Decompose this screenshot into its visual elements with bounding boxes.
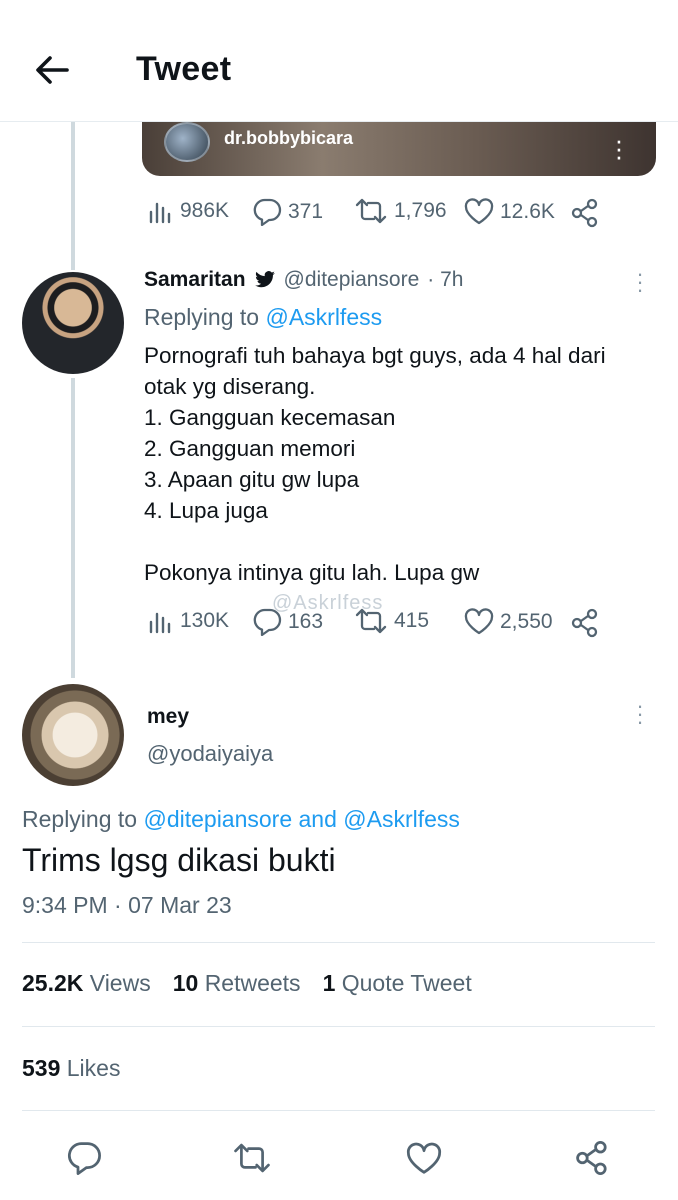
retweets-stat-label: Retweets: [204, 970, 301, 996]
back-button[interactable]: [32, 50, 72, 90]
share-icon: [571, 198, 598, 228]
tweet-actions: 986K 371 1,796 12.6K: [148, 198, 608, 228]
reply-action[interactable]: 371: [252, 198, 323, 226]
mention-link[interactable]: @Askrlfess: [265, 304, 382, 330]
retweet-icon: [355, 608, 387, 634]
media-user-avatar: [164, 122, 210, 162]
author-name[interactable]: Samaritan: [144, 268, 246, 292]
quotes-stat-count: 1: [322, 970, 336, 996]
views-action[interactable]: 130K: [148, 608, 229, 634]
retweets-stat-count: 10: [172, 970, 199, 996]
views-count: 130K: [180, 609, 230, 632]
reply-count: 163: [288, 610, 324, 633]
views-stat-count: 25.2K: [22, 970, 84, 996]
avatar[interactable]: [22, 684, 124, 786]
retweets-stat[interactable]: 10 Retweets: [173, 970, 301, 997]
page-title: Tweet: [136, 50, 232, 88]
reply-count: 371: [288, 200, 324, 223]
thread-line: [71, 122, 75, 270]
likes-stat-label: Likes: [66, 1055, 121, 1081]
replying-prefix: Replying to: [144, 304, 260, 330]
views-count: 986K: [180, 199, 230, 222]
reply-icon: [253, 198, 282, 226]
replying-to: Replying to @Askrlfess: [144, 304, 382, 331]
share-action[interactable]: [570, 608, 600, 638]
reply-button[interactable]: [64, 1138, 104, 1178]
retweet-icon: [355, 198, 387, 224]
tweet-actions: 130K 163 415 2,550: [148, 608, 608, 638]
more-options-icon[interactable]: · · ·: [635, 695, 645, 733]
share-icon: [571, 608, 598, 638]
retweet-button[interactable]: [232, 1138, 272, 1178]
like-action[interactable]: 2,550: [464, 608, 553, 635]
analytics-icon: [149, 612, 171, 634]
views-action[interactable]: 986K: [148, 198, 229, 224]
embedded-video-card[interactable]: dr.bobbybicara · · ·: [142, 122, 656, 176]
views-stat-label: Views: [89, 970, 151, 996]
likes-stat-count: 539: [22, 1055, 61, 1081]
reply-icon: [68, 1142, 101, 1175]
heart-icon: [464, 198, 494, 225]
share-button[interactable]: [572, 1138, 612, 1178]
reply-action[interactable]: 163: [252, 608, 323, 636]
divider: [22, 1026, 655, 1027]
tweet-text: Pornografi tuh bahaya bgt guys, ada 4 ha…: [144, 343, 606, 585]
author-handle[interactable]: @yodaiyaiya: [147, 741, 273, 767]
analytics-icon: [149, 202, 171, 224]
retweet-action[interactable]: 415: [354, 608, 429, 634]
arrow-left-icon: [36, 56, 69, 84]
retweet-count: 415: [394, 609, 430, 632]
replying-prefix: Replying to: [22, 806, 138, 832]
author-name[interactable]: mey: [147, 705, 189, 729]
tweet-time: · 7h: [427, 268, 464, 291]
heart-icon: [406, 1142, 442, 1174]
divider: [22, 1110, 655, 1111]
likes-stat[interactable]: 539 Likes: [22, 1055, 120, 1082]
top-bar: Tweet: [0, 0, 678, 122]
more-options-icon[interactable]: · · ·: [635, 263, 645, 301]
avatar[interactable]: [22, 272, 124, 374]
share-icon: [576, 1141, 607, 1175]
media-more-icon[interactable]: · · ·: [614, 127, 624, 169]
bottom-action-bar: [0, 1130, 678, 1190]
quotes-stat[interactable]: 1 Quote Tweet: [323, 970, 472, 997]
media-username: dr.bobbybicara: [224, 128, 354, 148]
retweet-count: 1,796: [394, 199, 447, 222]
retweet-icon: [234, 1143, 270, 1173]
thread-line: [71, 378, 75, 678]
like-count: 2,550: [500, 609, 553, 633]
like-count: 12.6K: [500, 199, 555, 223]
mention-link[interactable]: @ditepiansore and @Askrlfess: [143, 806, 459, 832]
reply-icon: [253, 608, 282, 636]
replying-to: Replying to @ditepiansore and @Askrlfess: [22, 806, 460, 833]
divider: [22, 942, 655, 943]
retweet-action[interactable]: 1,796: [354, 198, 447, 224]
tweet-stats: 25.2K Views 10 Retweets 1 Quote Tweet: [22, 970, 472, 997]
quotes-stat-label: Quote Tweet: [341, 970, 472, 996]
like-button[interactable]: [404, 1138, 444, 1178]
twitter-bird-icon: [254, 271, 275, 288]
heart-icon: [464, 608, 494, 635]
share-action[interactable]: [570, 198, 600, 228]
author-handle[interactable]: @ditepiansore: [284, 268, 420, 292]
tweet-timestamp[interactable]: 9:34 PM · 07 Mar 23: [22, 892, 232, 919]
tweet-text: Trims lgsg dikasi bukti: [22, 842, 336, 878]
views-stat[interactable]: 25.2K Views: [22, 970, 151, 997]
like-action[interactable]: 12.6K: [464, 198, 555, 225]
tweet-header: Samaritan @ditepiansore · 7h: [144, 268, 463, 292]
